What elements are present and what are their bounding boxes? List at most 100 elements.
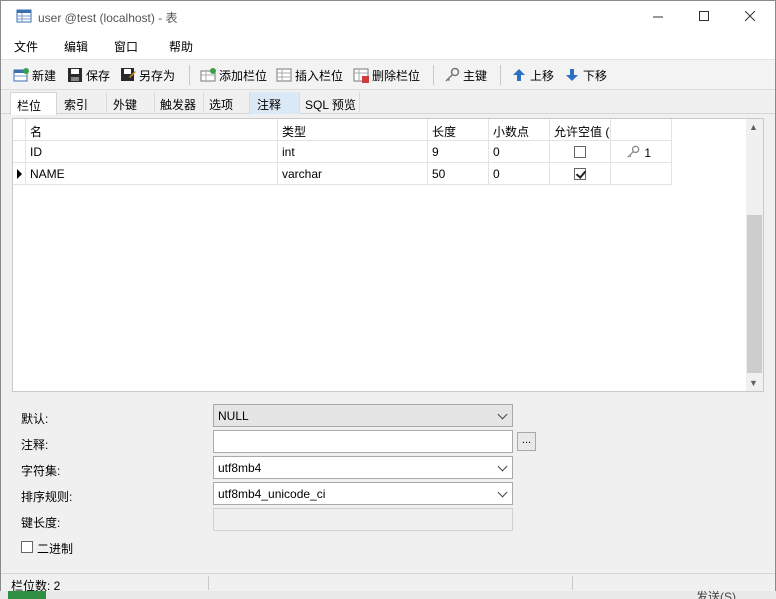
tab-sql-preview[interactable]: SQL 预览 [300,92,360,114]
field-length-cell[interactable]: 9 [428,141,489,163]
row-marker [13,163,26,185]
tab-foreign-keys[interactable]: 外键 [107,92,155,114]
field-properties-panel: 默认: NULL 注释: ... 字符集: utf8mb4 排序规则: utf8… [1,396,775,571]
status-divider [572,576,573,590]
header-type[interactable]: 类型 [278,119,428,141]
key-icon [445,67,460,82]
row-marker [13,119,26,141]
move-down-button[interactable]: 下移 [564,64,607,86]
toolbar-separator [189,65,190,85]
field-key-cell [611,163,672,185]
comment-input[interactable] [213,430,513,453]
collation-value: utf8mb4_unicode_ci [218,487,326,501]
delete-field-icon [353,68,369,83]
delete-field-button[interactable]: 删除栏位 [353,64,420,86]
tab-triggers[interactable]: 触发器 [155,92,204,114]
field-type-cell[interactable]: varchar [278,163,428,185]
chevron-down-icon [497,461,508,472]
comment-edit-button[interactable]: ... [517,432,536,451]
menu-window[interactable]: 窗口 [114,38,138,55]
nullable-checkbox[interactable] [574,146,586,158]
header-name[interactable]: 名 [26,119,278,141]
default-value: NULL [218,409,249,423]
toolbar-separator [433,65,434,85]
field-name-cell[interactable]: NAME [26,163,278,185]
close-icon [744,11,755,22]
tab-indexes[interactable]: 索引 [57,92,107,114]
default-select[interactable]: NULL [213,404,513,427]
binary-checkbox[interactable] [21,541,33,553]
field-key-cell: 1 [611,141,672,163]
header-decimals[interactable]: 小数点 [489,119,550,141]
field-type-cell[interactable]: int [278,141,428,163]
menu-edit[interactable]: 编辑 [64,38,88,55]
scroll-up-icon[interactable]: ▲ [749,122,758,132]
scroll-down-icon[interactable]: ▼ [749,378,758,388]
save-as-icon [121,68,136,81]
field-nullable-cell[interactable] [550,163,611,185]
background-green-block [8,591,46,599]
row-marker [13,141,26,163]
chevron-down-icon [497,487,508,498]
table-designer-window: user @test (localhost) - 表 文件 编辑 窗口 帮助 新… [0,0,776,593]
field-name-cell[interactable]: ID [26,141,278,163]
comment-label: 注释: [21,438,49,452]
background-send-button[interactable]: 发送(S) [696,588,736,599]
header-nullable[interactable]: 允许空值 ( [550,119,611,141]
delete-field-label: 删除栏位 [372,68,421,83]
status-bar: 栏位数: 2 [1,573,775,593]
add-field-button[interactable]: 添加栏位 [200,64,267,86]
field-decimals-cell[interactable]: 0 [489,141,550,163]
header-key [611,119,672,141]
move-down-label: 下移 [583,68,608,83]
current-row-icon [17,169,22,179]
save-button[interactable]: 保存 [67,64,110,86]
collation-label: 排序规则: [21,490,73,504]
grid-vertical-scrollbar[interactable]: ▲ ▼ [746,119,763,391]
insert-field-label: 插入栏位 [295,68,344,83]
close-button[interactable] [727,1,773,32]
tab-bar: 栏位 索引 外键 触发器 选项 注释 SQL 预览 [1,90,775,115]
header-length[interactable]: 长度 [428,119,489,141]
minimize-icon [652,16,663,18]
toolbar: 新建 保存 另存为 添加栏位 插入栏位 删除栏位 主键 上移 下移 [1,59,775,90]
primary-key-icon [627,145,640,158]
field-length-cell[interactable]: 50 [428,163,489,185]
fields-grid: 名 类型 长度 小数点 允许空值 ( ID int 9 0 1 NAME var… [12,118,764,392]
new-label: 新建 [32,68,57,83]
table-app-icon [16,9,32,23]
save-label: 保存 [86,68,111,83]
insert-field-button[interactable]: 插入栏位 [276,64,343,86]
binary-label: 二进制 [37,542,74,556]
minimize-button[interactable] [635,1,681,32]
save-as-button[interactable]: 另存为 [120,64,175,86]
menu-file[interactable]: 文件 [14,38,38,55]
move-up-button[interactable]: 上移 [511,64,554,86]
tab-fields[interactable]: 栏位 [10,92,57,115]
add-field-icon [200,68,216,82]
nullable-checkbox[interactable] [574,168,586,180]
charset-label: 字符集: [21,464,61,478]
scroll-thumb[interactable] [747,215,762,373]
toolbar-separator [500,65,501,85]
collation-select[interactable]: utf8mb4_unicode_ci [213,482,513,505]
add-field-label: 添加栏位 [219,68,268,83]
field-nullable-cell[interactable] [550,141,611,163]
tab-options[interactable]: 选项 [204,92,250,114]
key-order: 1 [644,146,652,160]
maximize-button[interactable] [681,1,727,32]
tab-comment[interactable]: 注释 [250,92,300,114]
window-title: user @test (localhost) - 表 [38,11,178,25]
menu-help[interactable]: 帮助 [169,38,193,55]
new-table-icon [13,68,29,82]
insert-field-icon [276,68,292,82]
move-up-label: 上移 [530,68,555,83]
charset-select[interactable]: utf8mb4 [213,456,513,479]
primary-key-button[interactable]: 主键 [444,64,487,86]
key-length-input [213,508,513,531]
menu-bar: 文件 编辑 窗口 帮助 [1,32,775,59]
arrow-up-icon [513,69,525,81]
status-divider [208,576,209,590]
field-decimals-cell[interactable]: 0 [489,163,550,185]
new-button[interactable]: 新建 [13,64,56,86]
